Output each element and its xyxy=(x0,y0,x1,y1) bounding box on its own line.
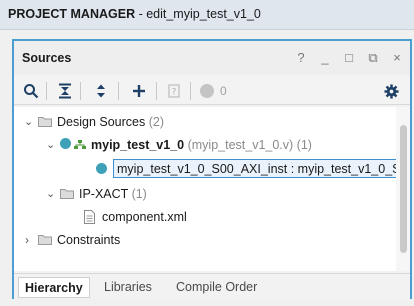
toolbar-separator xyxy=(190,82,191,100)
search-icon xyxy=(24,84,39,99)
tab-hierarchy[interactable]: Hierarchy xyxy=(18,277,90,298)
settings-button[interactable] xyxy=(380,80,402,102)
tree-node-component-xml[interactable]: component.xml xyxy=(14,206,396,228)
design-sources-label: Design Sources (2) xyxy=(57,115,164,129)
sources-title: Sources xyxy=(22,51,72,65)
float-icon[interactable]: ⧉ xyxy=(366,50,380,66)
collapse-all-button[interactable] xyxy=(54,80,76,102)
tree-node-design-sources[interactable]: ⌄ Design Sources (2) xyxy=(14,111,396,133)
tree-node-constraints[interactable]: › Constraints xyxy=(14,229,396,251)
minimize-icon[interactable]: _ xyxy=(318,50,332,66)
module-dot-icon xyxy=(60,138,71,149)
maximize-icon[interactable]: □ xyxy=(342,50,356,66)
toolbar-separator xyxy=(80,82,81,100)
chevron-down-icon[interactable]: ⌄ xyxy=(46,187,56,200)
chevron-down-icon[interactable]: ⌄ xyxy=(46,138,56,151)
tree-node-top-module[interactable]: ⌄ myip_test_v1_0 (myip_test_v1_0.v) (1) xyxy=(14,134,396,156)
instance-label: myip_test_v1_0_S00_AXI_inst : myip_test_… xyxy=(117,162,396,176)
add-sources-button[interactable] xyxy=(128,80,150,102)
sources-panel: Sources ? _ □ ⧉ × ? 0 ⌄ Design Sources (… xyxy=(12,39,412,299)
design-sources-text: Design Sources xyxy=(57,115,146,129)
header-project-name: - edit_myip_test_v1_0 xyxy=(135,7,261,21)
file-icon xyxy=(84,210,95,224)
module-dot-icon xyxy=(96,163,107,174)
sources-tree: ⌄ Design Sources (2) ⌄ myip_test_v1_0 (m… xyxy=(14,107,396,271)
chevron-down-icon[interactable]: ⌄ xyxy=(24,115,34,128)
properties-button[interactable]: ? xyxy=(164,80,184,102)
status-indicator: 0 xyxy=(200,80,236,102)
tab-compile-order[interactable]: Compile Order xyxy=(170,277,263,298)
hierarchy-icon xyxy=(74,140,86,149)
folder-icon xyxy=(38,235,52,245)
toolbar-separator xyxy=(118,82,119,100)
collapse-all-icon xyxy=(59,83,71,99)
scrollbar-thumb[interactable] xyxy=(400,125,407,253)
component-xml-label: component.xml xyxy=(102,210,187,224)
tree-node-ip-xact[interactable]: ⌄ IP-XACT (1) xyxy=(14,183,396,205)
plus-icon xyxy=(133,85,145,97)
top-module-file: (myip_test_v1_0.v) xyxy=(184,138,294,152)
header-prefix: PROJECT MANAGER xyxy=(8,7,136,21)
gear-icon xyxy=(383,83,399,99)
constraints-label: Constraints xyxy=(57,233,121,247)
design-sources-count: (2) xyxy=(145,115,164,129)
ip-xact-text: IP-XACT xyxy=(79,187,129,201)
expand-all-icon xyxy=(97,84,105,98)
tree-scrollbar[interactable] xyxy=(396,107,410,271)
window-controls: ? _ □ ⧉ × xyxy=(294,50,404,66)
project-manager-header: PROJECT MANAGER - edit_myip_test_v1_0 xyxy=(0,0,414,30)
close-icon[interactable]: × xyxy=(390,50,404,66)
tree-node-instance[interactable]: myip_test_v1_0_S00_AXI_inst : myip_test_… xyxy=(14,157,396,181)
top-module-name: myip_test_v1_0 xyxy=(91,138,185,152)
status-count: 0 xyxy=(220,84,227,98)
search-button[interactable] xyxy=(20,80,42,102)
folder-icon xyxy=(38,117,52,127)
top-module-count: (1) xyxy=(293,138,312,152)
toolbar-separator xyxy=(46,82,47,100)
status-dot-icon xyxy=(200,84,214,98)
help-icon[interactable]: ? xyxy=(294,50,308,66)
top-module-label: myip_test_v1_0 (myip_test_v1_0.v) (1) xyxy=(91,138,312,152)
folder-icon xyxy=(60,189,74,199)
question-doc-icon: ? xyxy=(168,84,180,98)
svg-text:?: ? xyxy=(172,88,177,98)
ip-xact-count: (1) xyxy=(128,187,147,201)
sources-titlebar: Sources ? _ □ ⧉ × xyxy=(14,41,410,75)
chevron-right-icon[interactable]: › xyxy=(25,233,35,247)
project-manager-title: PROJECT MANAGER - edit_myip_test_v1_0 xyxy=(8,7,261,21)
tab-libraries[interactable]: Libraries xyxy=(98,277,158,298)
sources-toolbar: ? 0 xyxy=(14,77,410,105)
sources-tabs: Hierarchy Libraries Compile Order xyxy=(14,273,410,299)
ip-xact-label: IP-XACT (1) xyxy=(79,187,147,201)
expand-all-button[interactable] xyxy=(90,80,112,102)
toolbar-separator xyxy=(156,82,157,100)
